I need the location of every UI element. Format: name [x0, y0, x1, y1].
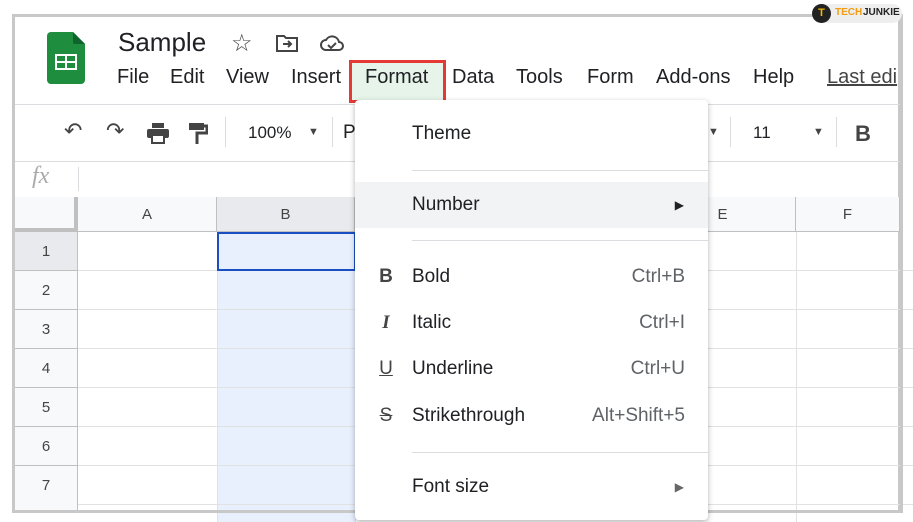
menu-item-label: Strikethrough: [412, 405, 526, 426]
shortcut-label: Ctrl+I: [639, 312, 685, 333]
menu-item-font-size[interactable]: Font size ▶: [355, 464, 708, 510]
shortcut-label: Ctrl+U: [630, 358, 685, 379]
underline-icon: U: [379, 358, 393, 379]
watermark-junkie: JUNKIE: [863, 7, 900, 18]
menu-insert[interactable]: Insert: [291, 66, 341, 89]
submenu-arrow-icon: ▶: [674, 198, 684, 212]
menu-item-number[interactable]: Number ▶: [355, 182, 708, 228]
menu-item-label: Bold: [412, 266, 451, 287]
techjunkie-logo-icon: T: [812, 4, 831, 23]
toolbar-separator: [332, 117, 333, 147]
menu-item-bold[interactable]: B Bold Ctrl+B: [355, 254, 708, 300]
submenu-arrow-icon: ▶: [674, 480, 684, 494]
column-b-selection: [217, 232, 355, 522]
frame-right-border: [900, 14, 903, 512]
zoom-dropdown-icon[interactable]: ▼: [308, 126, 319, 138]
sheets-logo-icon[interactable]: [47, 32, 85, 84]
menu-separator: [412, 170, 708, 171]
paint-format-icon[interactable]: [188, 122, 208, 146]
row-header-2[interactable]: 2: [15, 271, 78, 310]
font-size-dropdown-icon[interactable]: ▼: [813, 126, 824, 138]
strikethrough-icon: S: [379, 405, 393, 426]
menu-item-underline[interactable]: U Underline Ctrl+U: [355, 346, 708, 392]
toolbar-separator: [225, 117, 226, 147]
col-line: [217, 232, 218, 522]
font-family-partial[interactable]: P: [343, 122, 356, 144]
redo-icon[interactable]: ↷: [106, 118, 124, 144]
star-icon[interactable]: ☆: [231, 29, 253, 58]
row-header-3[interactable]: 3: [15, 310, 78, 349]
col-line: [796, 232, 797, 522]
watermark-tech: TECH: [835, 7, 863, 18]
undo-icon[interactable]: ↶: [64, 118, 82, 144]
menu-item-label: Theme: [412, 123, 472, 144]
zoom-value[interactable]: 100%: [248, 123, 291, 143]
bold-button[interactable]: B: [855, 121, 871, 147]
bold-icon: B: [379, 266, 393, 287]
menu-item-italic[interactable]: I Italic Ctrl+I: [355, 300, 708, 346]
menu-item-label: Number: [412, 194, 480, 215]
column-header-f[interactable]: F: [796, 197, 900, 232]
italic-icon: I: [382, 312, 390, 333]
techjunkie-watermark: T TECH JUNKIE: [812, 4, 902, 23]
row-header-6[interactable]: 6: [15, 427, 78, 466]
font-size-value[interactable]: 11: [753, 123, 771, 143]
row-header-5[interactable]: 5: [15, 388, 78, 427]
frame-left-border: [12, 14, 15, 512]
row-header-7[interactable]: 7: [15, 466, 78, 512]
cloud-saved-icon[interactable]: [319, 34, 345, 52]
menu-form[interactable]: Form: [587, 66, 634, 89]
fx-icon: fx: [32, 163, 50, 189]
last-edit-link[interactable]: Last edi: [827, 66, 897, 89]
menu-item-label: Italic: [412, 312, 452, 333]
format-dropdown-menu: Theme Number ▶ B Bold Ctrl+B I Italic Ctrl+I …: [355, 100, 708, 520]
shortcut-label: Ctrl+B: [631, 266, 685, 287]
menu-data[interactable]: Data: [452, 66, 494, 89]
menu-item-label: Font size: [412, 476, 490, 497]
menu-item-theme[interactable]: Theme: [355, 111, 708, 157]
menu-separator: [412, 452, 708, 453]
menu-file[interactable]: File: [117, 66, 149, 89]
menu-add-ons[interactable]: Add-ons: [656, 66, 731, 89]
row-header-1[interactable]: 1: [15, 232, 78, 271]
menu-help[interactable]: Help: [753, 66, 794, 89]
shortcut-label: Alt+Shift+5: [592, 405, 685, 426]
menu-item-label: Underline: [412, 358, 494, 379]
menu-item-strikethrough[interactable]: S Strikethrough Alt+Shift+5: [355, 393, 708, 439]
document-title[interactable]: Sample: [118, 27, 206, 58]
column-header-b[interactable]: B: [217, 197, 355, 232]
menu-format[interactable]: Format: [365, 66, 428, 89]
move-folder-icon[interactable]: [276, 34, 298, 52]
row-header-4[interactable]: 4: [15, 349, 78, 388]
select-all-corner[interactable]: [15, 197, 78, 232]
print-icon[interactable]: [146, 122, 170, 144]
active-cell-b1[interactable]: [217, 232, 356, 271]
menu-separator: [412, 240, 708, 241]
formula-separator: [78, 167, 79, 191]
toolbar-separator: [730, 117, 731, 147]
font-dropdown-icon[interactable]: ▼: [708, 126, 719, 138]
menu-tools[interactable]: Tools: [516, 66, 563, 89]
toolbar-separator: [836, 117, 837, 147]
menu-edit[interactable]: Edit: [170, 66, 204, 89]
menu-view[interactable]: View: [226, 66, 269, 89]
column-header-a[interactable]: A: [78, 197, 217, 232]
